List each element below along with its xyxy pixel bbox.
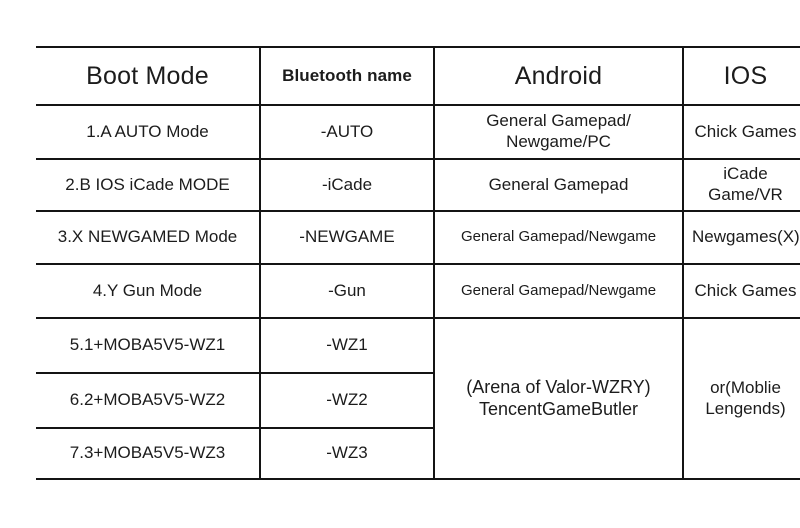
cell-bluetooth-name: -WZ3 <box>259 427 435 480</box>
cell-boot-mode: 4.Y Gun Mode <box>36 263 261 319</box>
cell-ios-moba-merged: or(Moblie Lengends) <box>682 317 800 480</box>
table-row: 4.Y Gun Mode -Gun General Gamepad/Newgam… <box>36 263 800 319</box>
cell-bluetooth-name: -Gun <box>259 263 435 319</box>
cell-boot-mode: 3.X NEWGAMED Mode <box>36 210 261 265</box>
cell-boot-mode: 1.A AUTO Mode <box>36 104 261 160</box>
cell-android: General Gamepad/Newgame <box>433 263 684 319</box>
cell-bluetooth-name: -iCade <box>259 158 435 212</box>
cell-bluetooth-name: -WZ2 <box>259 372 435 429</box>
cell-ios: iCade Game/VR <box>682 158 800 212</box>
cell-ios: Newgames(X) <box>682 210 800 265</box>
cell-boot-mode: 5.1+MOBA5V5-WZ1 <box>36 317 261 374</box>
cell-bluetooth-name: -AUTO <box>259 104 435 160</box>
boot-mode-compatibility-table: Boot Mode Bluetooth name Android IOS 1.A… <box>36 46 800 480</box>
column-header-ios: IOS <box>682 46 800 106</box>
cell-ios: Chick Games <box>682 104 800 160</box>
cell-boot-mode: 7.3+MOBA5V5-WZ3 <box>36 427 261 480</box>
table-header-row: Boot Mode Bluetooth name Android IOS <box>36 46 800 106</box>
cell-android: General Gamepad <box>433 158 684 212</box>
column-header-android: Android <box>433 46 684 106</box>
cell-bluetooth-name: -NEWGAME <box>259 210 435 265</box>
table-row: 2.B IOS iCade MODE -iCade General Gamepa… <box>36 158 800 212</box>
cell-android: General Gamepad/ Newgame/PC <box>433 104 684 160</box>
table-row: 3.X NEWGAMED Mode -NEWGAME General Gamep… <box>36 210 800 265</box>
cell-boot-mode: 6.2+MOBA5V5-WZ2 <box>36 372 261 429</box>
column-header-bluetooth-name: Bluetooth name <box>259 46 435 106</box>
cell-bluetooth-name: -WZ1 <box>259 317 435 374</box>
column-header-boot-mode: Boot Mode <box>36 46 261 106</box>
compatibility-table-page: Boot Mode Bluetooth name Android IOS 1.A… <box>0 0 800 528</box>
cell-ios: Chick Games <box>682 263 800 319</box>
cell-android-moba-merged: (Arena of Valor-WZRY) TencentGameButler <box>433 317 684 480</box>
table-row: 5.1+MOBA5V5-WZ1 -WZ1 (Arena of Valor-WZR… <box>36 317 800 480</box>
table-row: 1.A AUTO Mode -AUTO General Gamepad/ New… <box>36 104 800 160</box>
cell-boot-mode: 2.B IOS iCade MODE <box>36 158 261 212</box>
cell-android: General Gamepad/Newgame <box>433 210 684 265</box>
